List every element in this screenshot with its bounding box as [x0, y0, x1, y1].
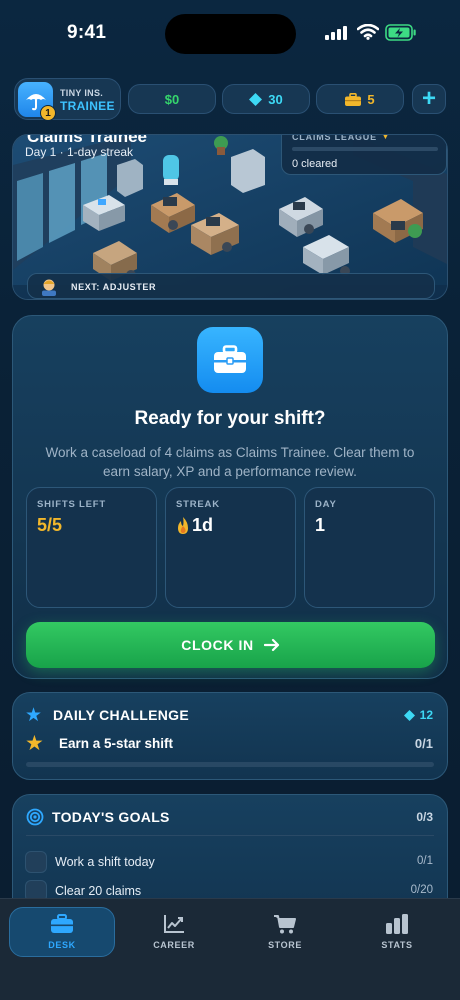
goal-label: Work a shift today: [55, 855, 155, 869]
diamond-icon: [403, 709, 415, 721]
reward-value: 12: [419, 708, 433, 722]
level-badge: 1: [40, 105, 56, 121]
claims-league-panel[interactable]: CLAIMS LEAGUE ▼ 0 cleared: [281, 134, 447, 175]
goal-progress: 0/20: [410, 884, 433, 896]
shift-card: Ready for your shift? Work a caseload of…: [12, 315, 448, 679]
goals-count: 0/3: [416, 810, 433, 824]
dynamic-island: [165, 14, 296, 54]
league-progress-bar: [292, 147, 438, 151]
goal-progress: 0/1: [417, 855, 433, 867]
tab-label: DESK: [48, 940, 76, 950]
stat-label: SHIFTS LEFT: [37, 499, 106, 510]
resource-bar: 1 TINY INS. TRAINEE $0 30 5 +: [14, 78, 446, 121]
stat-streak: STREAK 1d: [165, 487, 296, 608]
stat-value: 1d: [192, 515, 214, 535]
next-rank-label: NEXT: ADJUSTER: [71, 282, 157, 292]
stat-shifts-left: SHIFTS LEFT 5/5: [26, 487, 157, 608]
daily-challenge-card[interactable]: ★ DAILY CHALLENGE 12 ★ Earn a 5-star shi…: [12, 692, 448, 780]
rank-label: TRAINEE: [60, 99, 115, 113]
add-currency-button[interactable]: +: [412, 84, 446, 114]
kits-value: 5: [367, 91, 375, 107]
tab-career[interactable]: CAREER: [121, 907, 227, 957]
stat-label: DAY: [315, 499, 337, 510]
divider: [26, 835, 434, 836]
briefcase-icon: [197, 327, 263, 393]
challenge-progress-bar: [26, 762, 434, 767]
tab-label: STORE: [268, 940, 302, 950]
league-label: CLAIMS LEAGUE: [292, 134, 377, 142]
challenge-task: Earn a 5-star shift: [59, 736, 174, 751]
battery-charging-icon: [385, 24, 416, 41]
league-cleared: 0 cleared: [292, 158, 338, 170]
company-name: TINY INS.: [60, 88, 104, 98]
gems-value: 30: [268, 91, 283, 107]
clock-in-label: CLOCK IN: [181, 637, 254, 653]
streak-value-row: 1d: [176, 515, 213, 536]
briefcase-icon: [51, 914, 73, 933]
bar-chart-icon: [386, 914, 408, 934]
office-scene-card[interactable]: Claims Trainee Day 1 · 1-day streak CLAI…: [12, 134, 448, 300]
star-icon: ★: [25, 705, 43, 726]
cash-value: $0: [164, 91, 180, 107]
shift-description: Work a caseload of 4 claims as Claims Tr…: [45, 445, 415, 479]
challenge-progress: 0/1: [414, 736, 433, 751]
cart-icon: [274, 915, 296, 934]
next-rank-banner[interactable]: NEXT: ADJUSTER: [27, 273, 435, 299]
status-time: 9:41: [67, 22, 107, 43]
status-bar: 9:41: [0, 0, 460, 60]
stat-day: DAY 1: [304, 487, 435, 608]
clock-in-button[interactable]: CLOCK IN: [26, 622, 435, 668]
chart-line-icon: [164, 915, 184, 933]
tab-store[interactable]: STORE: [232, 907, 338, 957]
gems-counter[interactable]: 30: [222, 84, 310, 114]
kits-counter[interactable]: 5: [316, 84, 404, 114]
bottom-tab-bar: DESK CAREER STORE STATS: [0, 898, 460, 1000]
scene-subtitle: Day 1 · 1-day streak: [25, 145, 134, 159]
trophy-icon: ▼: [380, 134, 391, 142]
goal-checkbox[interactable]: [25, 851, 47, 873]
flame-icon: [178, 516, 188, 534]
cash-counter[interactable]: $0: [128, 84, 216, 114]
target-icon: [26, 808, 44, 826]
wifi-icon: [357, 24, 379, 40]
gold-star-icon: ★: [25, 732, 44, 755]
diamond-icon: [249, 92, 263, 106]
tab-label: STATS: [381, 940, 413, 950]
challenge-reward: 12: [403, 708, 433, 722]
goal-item[interactable]: Work a shift today 0/1: [25, 851, 433, 873]
arrow-right-icon: [263, 638, 279, 652]
goal-label: Clear 20 claims: [55, 884, 142, 898]
toolbox-icon: [345, 92, 362, 106]
profile-badge[interactable]: 1 TINY INS. TRAINEE: [14, 78, 121, 121]
stat-value: 5/5: [37, 515, 63, 535]
goals-title: TODAY'S GOALS: [52, 809, 170, 825]
daily-challenge-title: DAILY CHALLENGE: [53, 707, 189, 723]
tab-desk[interactable]: DESK: [9, 907, 115, 957]
tab-label: CAREER: [153, 940, 195, 950]
stat-value: 1: [315, 515, 326, 535]
shift-title: Ready for your shift?: [134, 408, 326, 429]
cellular-signal-icon: [325, 26, 347, 40]
tab-stats[interactable]: STATS: [344, 907, 450, 957]
stat-label: STREAK: [176, 499, 220, 510]
